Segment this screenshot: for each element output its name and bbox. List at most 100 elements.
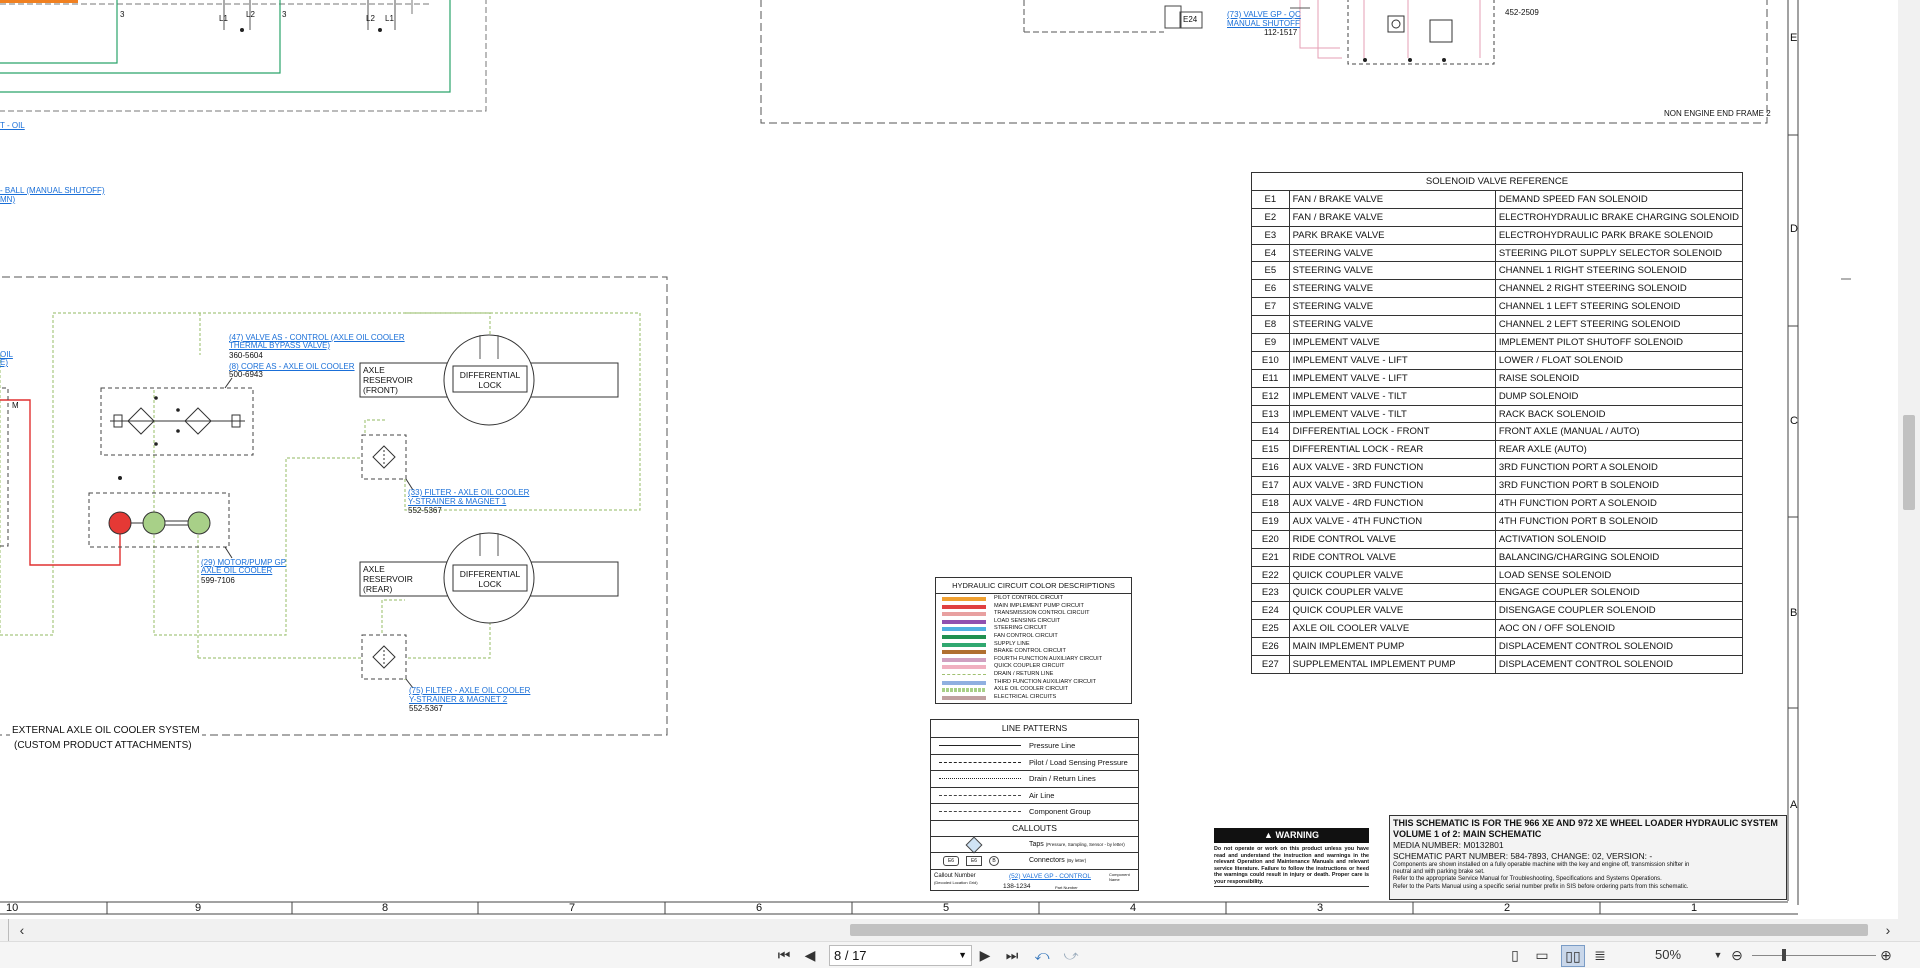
solenoid-description-cell: ELECTROHYDRAULIC BRAKE CHARGING SOLENOID — [1494, 207, 1744, 227]
axle-reservoir-front-label: AXLE RESERVOIR (FRONT) — [363, 365, 413, 395]
color-legend-label: ELECTRICAL CIRCUITS — [994, 693, 1057, 700]
zoom-value[interactable]: 50% — [1645, 945, 1691, 965]
scroll-corner — [0, 919, 9, 941]
color-swatch — [942, 597, 986, 601]
solenoid-description-cell: DISPLACEMENT CONTROL SOLENOID — [1494, 655, 1744, 674]
horizontal-scrollbar[interactable]: ‹ › — [0, 919, 1920, 941]
two-page-continuous-icon[interactable]: ≣ — [1590, 945, 1610, 965]
history-back-icon[interactable]: ⤺ — [1031, 945, 1053, 965]
warning-icon: ▲ — [1264, 830, 1273, 840]
zoom-slider[interactable] — [1752, 949, 1876, 961]
table-row: E14 DIFFERENTIAL LOCK - FRONT FRONT AXLE (… — [1251, 422, 1744, 442]
frame-label: NON ENGINE END FRAME 2 — [1664, 109, 1771, 118]
solenoid-id-cell: E8 — [1251, 315, 1290, 335]
last-page-icon[interactable]: ⏭ — [1002, 945, 1022, 965]
prev-page-icon[interactable]: ◀ — [800, 945, 820, 965]
valve-name-cell: QUICK COUPLER VALVE — [1288, 583, 1496, 603]
chevron-down-icon[interactable]: ▼ — [958, 947, 967, 964]
valve-control-part-number: 360-5604 — [229, 351, 263, 360]
title-line-7: Refer to the Parts Manual using a specif… — [1393, 883, 1689, 890]
vertical-scrollbar[interactable] — [1898, 0, 1920, 919]
solenoid-valve-reference-table: SOLENOID VALVE REFERENCE E1 FAN / BRAKE V… — [1251, 172, 1744, 674]
table-row: E5 STEERING VALVE CHANNEL 1 RIGHT STEERING… — [1251, 261, 1744, 281]
valve-name-cell: IMPLEMENT VALVE — [1288, 333, 1496, 352]
callout-filter-2b[interactable]: Y-STRAINER & MAGNET 2 — [409, 695, 507, 704]
solenoid-description-cell: FRONT AXLE (MANUAL / AUTO) — [1494, 422, 1744, 442]
next-page-icon[interactable]: ▶ — [975, 945, 995, 965]
table-row: E12 IMPLEMENT VALVE - TILT DUMP SOLENOID — [1251, 386, 1744, 406]
continuous-view-icon[interactable]: ▭ — [1533, 945, 1551, 965]
color-legend-item: AXLE OIL COOLER CIRCUIT — [936, 686, 1131, 694]
color-legend-item: QUICK COUPLER CIRCUIT — [936, 663, 1131, 671]
color-swatch — [942, 604, 986, 609]
color-legend-label: SUPPLY LINE — [994, 640, 1030, 647]
solenoid-id-cell: E9 — [1251, 333, 1290, 352]
valve-name-cell: SUPPLEMENTAL IMPLEMENT PUMP — [1288, 655, 1496, 674]
callout-ball-shutoff-2[interactable]: MN) — [0, 195, 15, 204]
solenoid-description-cell: REAR AXLE (AUTO) — [1494, 440, 1744, 460]
vertical-scroll-thumb[interactable] — [1903, 415, 1915, 510]
zoom-out-icon[interactable]: ⊖ — [1728, 945, 1746, 965]
valve-name-cell: QUICK COUPLER VALVE — [1288, 565, 1496, 585]
page-number-field[interactable]: 8 / 17 ▼ — [829, 945, 972, 966]
callout-ball-shutoff[interactable]: - BALL (MANUAL SHUTOFF) — [0, 186, 105, 195]
valve-name-cell: MAIN IMPLEMENT PUMP — [1288, 637, 1496, 657]
valve-name-cell: IMPLEMENT VALVE - TILT — [1288, 386, 1496, 406]
scroll-left-button[interactable]: ‹ — [14, 920, 30, 940]
pattern-drain: Drain / Return Lines — [931, 770, 1138, 787]
solenoid-description-cell: 4TH FUNCTION PORT B SOLENOID — [1494, 511, 1744, 531]
two-page-view-icon[interactable]: ▯▯ — [1561, 945, 1585, 967]
solenoid-description-cell: BALANCING/CHARGING SOLENOID — [1494, 547, 1744, 567]
table-row: E24 QUICK COUPLER VALVE DISENGAGE COUPLER … — [1251, 601, 1744, 621]
title-line-2: VOLUME 1 of 2: MAIN SCHEMATIC — [1393, 829, 1542, 839]
solenoid-description-cell: 3RD FUNCTION PORT B SOLENOID — [1494, 476, 1744, 496]
solenoid-id-cell: E6 — [1251, 279, 1290, 299]
solenoid-description-cell: DISPLACEMENT CONTROL SOLENOID — [1494, 637, 1744, 657]
first-page-icon[interactable]: ⏮ — [774, 945, 794, 965]
differential-lock-front-label: DIFFERENTIAL LOCK — [459, 370, 521, 390]
solenoid-description-cell: RACK BACK SOLENOID — [1494, 404, 1744, 424]
valve-name-cell: IMPLEMENT VALVE - LIFT — [1288, 368, 1496, 388]
solenoid-description-cell: CHANNEL 1 RIGHT STEERING SOLENOID — [1494, 261, 1744, 281]
callout-filter-2[interactable]: (75) FILTER - AXLE OIL COOLER — [409, 686, 530, 695]
warning-box: ▲ WARNING Do not operate or work on this… — [1214, 828, 1369, 887]
solenoid-description-cell: CHANNEL 2 LEFT STEERING SOLENOID — [1494, 315, 1744, 335]
line-patterns-legend: LINE PATTERNS Pressure Line Pilot / Load… — [930, 719, 1139, 891]
solenoid-table-title: SOLENOID VALVE REFERENCE — [1251, 172, 1743, 191]
color-legend-item: SUPPLY LINE — [936, 641, 1131, 649]
table-row: E22 QUICK COUPLER VALVE LOAD SENSE SOLENOI… — [1251, 565, 1744, 585]
callout-oil[interactable]: T - OIL — [0, 121, 25, 130]
solenoid-id-cell: E16 — [1251, 458, 1290, 478]
solenoid-id-cell: E21 — [1251, 547, 1290, 567]
color-legend-item: PILOT CONTROL CIRCUIT — [936, 595, 1131, 603]
callout-valve-gp-qc-2[interactable]: MANUAL SHUTOFF — [1227, 19, 1300, 28]
valve-name-cell: AUX VALVE - 3RD FUNCTION — [1288, 476, 1496, 496]
hydraulic-color-legend: HYDRAULIC CIRCUIT COLOR DESCRIPTIONS PIL… — [935, 577, 1132, 704]
solenoid-id-cell: E15 — [1251, 440, 1290, 460]
single-page-view-icon[interactable]: ▯ — [1506, 945, 1524, 965]
table-row: E7 STEERING VALVE CHANNEL 1 LEFT STEERING … — [1251, 297, 1744, 317]
color-legend-title: HYDRAULIC CIRCUIT COLOR DESCRIPTIONS — [936, 578, 1131, 594]
table-row: E16 AUX VALVE - 3RD FUNCTION 3RD FUNCTION … — [1251, 458, 1744, 478]
callout-filter-1[interactable]: (33) FILTER - AXLE OIL COOLER — [408, 488, 529, 497]
color-legend-label: TRANSMISSION CONTROL CIRCUIT — [994, 610, 1090, 617]
table-row: E21 RIDE CONTROL VALVE BALANCING/CHARGING … — [1251, 547, 1744, 567]
zoom-dropdown-icon[interactable]: ▼ — [1712, 945, 1724, 965]
solenoid-description-cell: 4TH FUNCTION PORT A SOLENOID — [1494, 494, 1744, 513]
solenoid-id-cell: E14 — [1251, 422, 1290, 442]
color-legend-label: FOURTH FUNCTION AUXILIARY CIRCUIT — [994, 655, 1103, 662]
solenoid-description-cell: LOAD SENSE SOLENOID — [1494, 565, 1744, 585]
history-forward-icon[interactable]: ⤻ — [1060, 945, 1082, 965]
callout-valve-gp-qc[interactable]: (73) VALVE GP - QC — [1227, 10, 1301, 19]
tap-label-l1b: L1 — [385, 14, 394, 23]
scroll-right-button[interactable]: › — [1880, 920, 1896, 940]
callout-left-partial-2[interactable]: E) — [0, 358, 8, 367]
pdf-toolbar: ⏮ ◀ 8 / 17 ▼ ▶ ⏭ ⤺ ⤻ ▯ ▭ ▯▯ ≣ 50% ▼ ⊖ ⊕ — [0, 941, 1920, 968]
horizontal-scroll-thumb[interactable] — [850, 924, 1868, 936]
callout-motor-pump-2[interactable]: AXLE OIL COOLER — [201, 566, 272, 575]
callout-filter-1b[interactable]: Y-STRAINER & MAGNET 1 — [408, 497, 506, 506]
zoom-in-icon[interactable]: ⊕ — [1877, 945, 1895, 965]
callout-valve-control-2[interactable]: THERMAL BYPASS VALVE) — [229, 341, 330, 350]
callouts-title: CALLOUTS — [931, 819, 1138, 836]
zoom-slider-thumb[interactable] — [1782, 949, 1786, 961]
